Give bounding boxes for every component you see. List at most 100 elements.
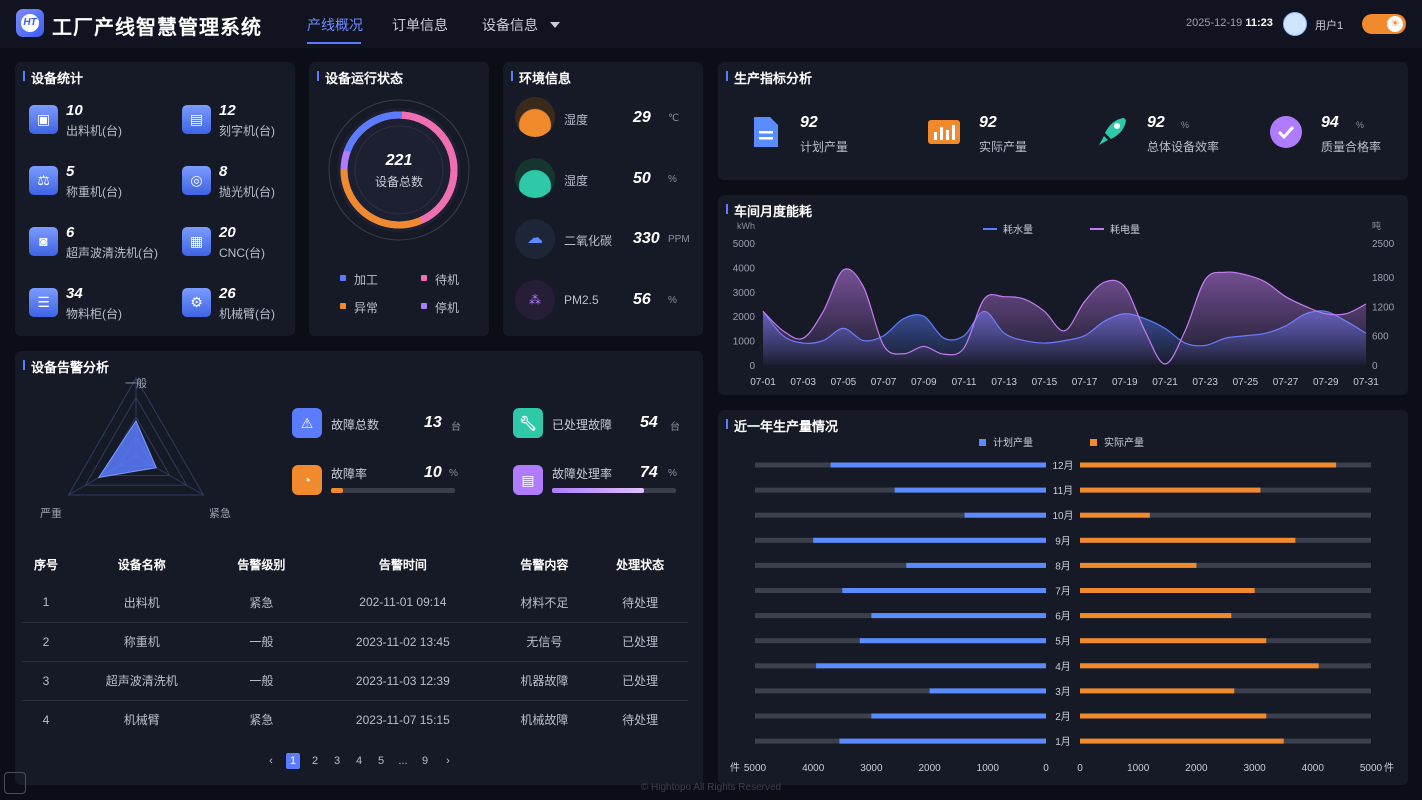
- table-header-row: 序号 设备名称 告警级别 告警时间 告警内容 处理状态: [22, 545, 688, 583]
- app-title: 工厂产线智慧管理系统: [52, 17, 262, 39]
- month-label: 10月: [1052, 510, 1073, 522]
- pagination-page[interactable]: 9: [418, 753, 432, 769]
- col-header: 告警时间: [378, 557, 427, 572]
- username[interactable]: 用户1: [1315, 17, 1343, 33]
- alarm-stat-unit: %: [668, 468, 677, 479]
- cell-content: 机器故障: [496, 661, 593, 701]
- table-row[interactable]: 2 称重机 一般 2023-11-02 13:45 无信号 已处理: [22, 622, 688, 662]
- month-label: 11月: [1053, 485, 1073, 497]
- cell-time: 202-11-01 09:14: [309, 583, 497, 623]
- rocket-icon: [1099, 118, 1126, 145]
- x-tick-right: 3000: [1243, 763, 1266, 774]
- cell-level: 一般: [213, 622, 310, 662]
- month-label: 4月: [1055, 661, 1071, 673]
- bar-plan: [871, 613, 1046, 619]
- check-icon: [1270, 116, 1302, 148]
- date-text: 2025-12-19: [1186, 17, 1243, 29]
- table-row[interactable]: 1 出料机 紧急 202-11-01 09:14 材料不足 待处理: [22, 583, 688, 623]
- device-stat-engraver: ▤ 12 刻字机(台): [182, 102, 302, 142]
- yearly-production-chart: 计划产量 实际产量 12月 11月 10月 9月 8月 7月 6月 5月 4月 3月 2月 1月 5000 4…: [730, 436, 1394, 774]
- legend-swatch: [979, 439, 986, 446]
- pagination-page[interactable]: 5: [374, 753, 388, 769]
- pagination-prev[interactable]: ‹: [264, 753, 278, 769]
- nav-tab-line-overview[interactable]: 产线概况: [307, 15, 363, 35]
- cell-content: 无信号: [496, 622, 593, 662]
- env-unit: PPM: [668, 234, 690, 245]
- cell-status: 已处理: [592, 622, 688, 662]
- device-label: 抛光机(台): [219, 185, 275, 199]
- theme-toggle[interactable]: ☀: [1362, 14, 1406, 34]
- x-tick: 07-01: [750, 377, 776, 388]
- pagination-next[interactable]: ›: [441, 753, 455, 769]
- nav-tab-devices[interactable]: 设备信息: [482, 15, 538, 35]
- scale-icon: ⚖: [29, 166, 58, 195]
- device-count: 34: [66, 285, 83, 302]
- month-label: 9月: [1055, 535, 1071, 547]
- energy-chart-panel: 车间月度能耗 0 1000 2000 3000 4000 5000 0 600 1200 1800…: [718, 195, 1408, 395]
- bar-actual: [1080, 713, 1267, 719]
- radar-label-severe: 严重: [40, 506, 62, 520]
- x-tick-left: 0: [1043, 763, 1049, 774]
- device-stat-discharger: ▣ 10 出料机(台): [29, 102, 149, 142]
- app-header: HT 工厂产线智慧管理系统 产线概况 订单信息 设备信息 2025-12-19 …: [0, 0, 1422, 48]
- alarm-stat-label: 故障率: [331, 467, 368, 481]
- cell-index: 1: [22, 583, 70, 623]
- env-unit: %: [668, 295, 677, 306]
- bar-plan: [894, 487, 1046, 493]
- handle-rate-bar: [552, 488, 676, 493]
- kpi-label: 实际产量: [979, 140, 1028, 154]
- cell-index: 3: [22, 661, 70, 701]
- avatar[interactable]: [1283, 12, 1307, 36]
- table-row[interactable]: 3 超声波清洗机 一般 2023-11-03 12:39 机器故障 已处理: [22, 661, 688, 701]
- cleaner-icon: ◙: [29, 227, 58, 256]
- y-tick-left: 1000: [733, 337, 756, 348]
- nav-tab-orders[interactable]: 订单信息: [392, 15, 448, 35]
- y-tick-left: 3000: [733, 288, 756, 299]
- engraver-icon: ▤: [182, 105, 211, 134]
- series-area-1: [763, 268, 1366, 365]
- legend-label: 实际产量: [1104, 436, 1144, 449]
- warning-icon: ⚠: [292, 408, 322, 438]
- y-axis-label-left: kWh: [737, 221, 755, 231]
- pagination-page[interactable]: 2: [308, 753, 322, 769]
- x-tick-left: 4000: [802, 763, 825, 774]
- pagination-page[interactable]: 3: [330, 753, 344, 769]
- chevron-down-icon[interactable]: [550, 22, 560, 28]
- bar-plan: [859, 638, 1046, 644]
- bar-actual: [1080, 613, 1232, 619]
- table-row[interactable]: 4 机械臂 紧急 2023-11-07 15:15 机械故障 待处理: [22, 700, 688, 739]
- x-tick: 07-07: [871, 377, 897, 388]
- cell-level: 紧急: [213, 583, 310, 623]
- bar-plan: [830, 462, 1046, 468]
- bar-plan: [816, 663, 1046, 669]
- alarm-stat-label: 故障总数: [331, 418, 380, 432]
- legend-swatch: [421, 303, 427, 309]
- cabinet-icon: ☰: [29, 288, 58, 317]
- alarm-stat-label: 已处理故障: [552, 418, 613, 432]
- month-label: 8月: [1055, 560, 1071, 572]
- env-label: 湿度: [564, 113, 589, 127]
- device-stats-panel: 设备统计 ▣ 10 出料机(台) ▤ 12 刻字机(台) ⚖ 5 称重机(台) …: [15, 62, 295, 336]
- pagination-page[interactable]: 4: [352, 753, 366, 769]
- cell-index: 2: [22, 622, 70, 662]
- cell-content: 材料不足: [496, 583, 593, 623]
- alarm-radar-chart: 一般严重 紧急: [40, 377, 231, 520]
- alarm-stat-value: 74: [640, 464, 658, 481]
- legend-label: 加工: [354, 273, 379, 287]
- radar-label-normal: 一般: [125, 377, 147, 390]
- alarm-stat-label: 故障处理率: [552, 467, 613, 481]
- x-tick: 07-31: [1353, 377, 1379, 388]
- bar-actual: [1080, 512, 1150, 518]
- device-label: 机械臂(台): [219, 307, 275, 321]
- x-tick: 07-29: [1313, 377, 1339, 388]
- environment-panel: 环境信息 湿度 29 ℃ 湿度 50 % ☁ 二氧化碳 330 PPM ⁂ PM…: [503, 62, 703, 336]
- x-tick: 07-25: [1233, 377, 1259, 388]
- device-count: 8: [219, 163, 228, 180]
- env-value: 56: [633, 291, 651, 308]
- y-tick-left: 4000: [733, 263, 756, 274]
- bar-actual: [1080, 487, 1261, 493]
- bar-actual: [1080, 738, 1284, 744]
- pagination-page[interactable]: 1: [286, 753, 300, 769]
- cell-status: 待处理: [622, 713, 659, 728]
- legend-label: 耗水量: [1003, 224, 1033, 236]
